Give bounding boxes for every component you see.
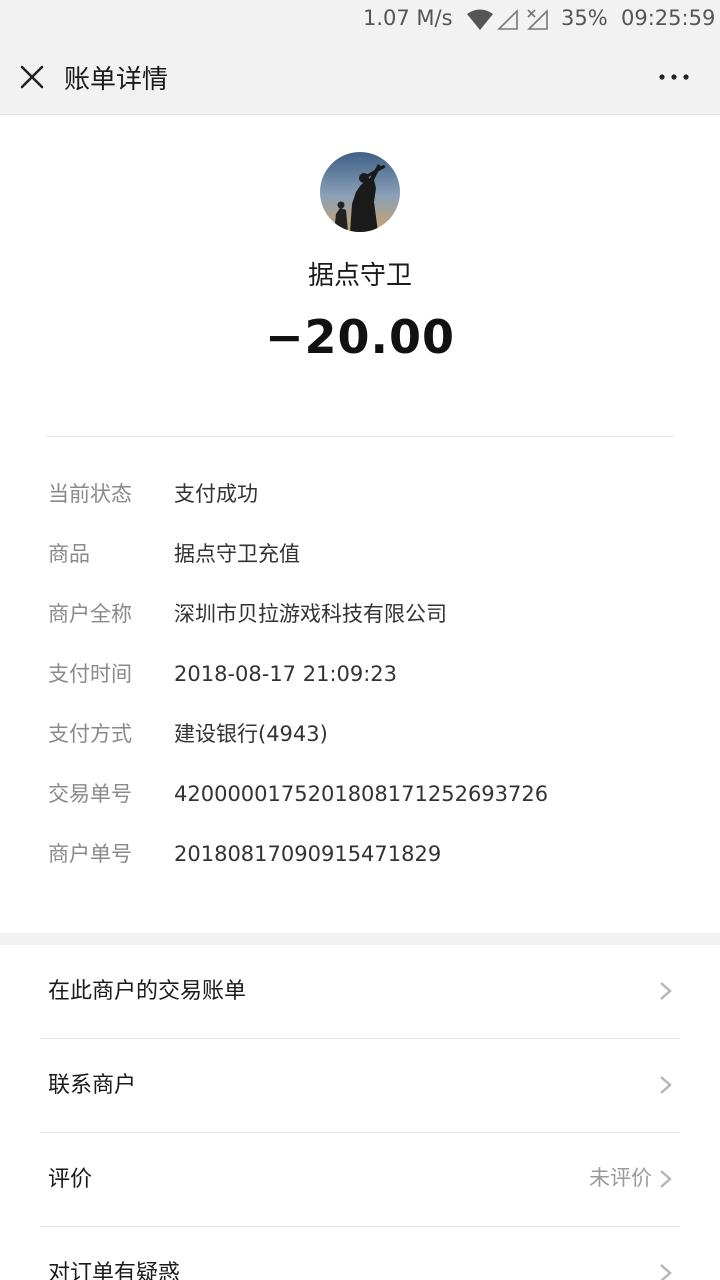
menu-item-label: 评价 (48, 1167, 93, 1192)
signal-no-service-icon (527, 9, 548, 30)
signal-icon (497, 9, 518, 30)
menu-item-label: 联系商户 (48, 1073, 137, 1098)
payment-amount: −20.00 (264, 310, 456, 364)
page-title: 账单详情 (64, 65, 169, 95)
detail-label: 支付时间 (48, 662, 132, 686)
menu-item-label: 在此商户的交易账单 (48, 979, 247, 1004)
detail-label: 当前状态 (48, 482, 132, 506)
menu-item-label: 对订单有疑惑 (48, 1261, 181, 1280)
detail-value: 20180817090915471829 (174, 842, 442, 866)
network-speed: 1.07 M/s (363, 6, 453, 30)
section-separator (0, 933, 720, 945)
detail-row-pay-time: 支付时间 2018-08-17 21:09:23 (0, 654, 720, 694)
battery-level: 35% (561, 6, 608, 30)
chevron-right-icon (660, 1264, 672, 1280)
title-bar: 账单详情 (0, 40, 720, 115)
detail-value: 支付成功 (174, 482, 258, 506)
detail-label: 交易单号 (48, 782, 132, 806)
detail-value: 建设银行(4943) (174, 722, 328, 746)
clock: 09:25:59 (621, 6, 716, 30)
detail-label: 商户全称 (48, 602, 132, 626)
detail-label: 商品 (48, 542, 90, 566)
menu-item-review[interactable]: 评价 未评价 (0, 1133, 720, 1226)
status-bar: 1.07 M/s 35% 09:25:59 (0, 0, 720, 40)
detail-row-status: 当前状态 支付成功 (0, 474, 720, 514)
detail-value: 深圳市贝拉游戏科技有限公司 (174, 602, 447, 626)
more-icon[interactable] (652, 58, 696, 96)
divider (46, 436, 674, 437)
detail-row-merchant: 商户全称 深圳市贝拉游戏科技有限公司 (0, 594, 720, 634)
review-status: 未评价 (589, 1166, 652, 1190)
detail-row-merchant-order-id: 商户单号 20180817090915471829 (0, 834, 720, 874)
menu-item-contact-merchant[interactable]: 联系商户 (0, 1039, 720, 1132)
detail-value: 2018-08-17 21:09:23 (174, 662, 398, 686)
merchant-name: 据点守卫 (307, 261, 412, 291)
detail-row-transaction-id: 交易单号 4200000175201808171252693726 (0, 774, 720, 814)
chevron-right-icon (660, 1170, 672, 1188)
detail-label: 商户单号 (48, 842, 132, 866)
detail-label: 支付方式 (48, 722, 132, 746)
detail-row-pay-method: 支付方式 建设银行(4943) (0, 714, 720, 754)
detail-value: 据点守卫充值 (174, 542, 300, 566)
wifi-icon (467, 9, 493, 30)
menu-item-merchant-bills[interactable]: 在此商户的交易账单 (0, 945, 720, 1038)
detail-row-product: 商品 据点守卫充值 (0, 534, 720, 574)
chevron-right-icon (660, 1076, 672, 1094)
menu-item-order-question[interactable]: 对订单有疑惑 (0, 1227, 720, 1280)
close-icon[interactable] (14, 59, 50, 95)
merchant-avatar (320, 152, 400, 232)
chevron-right-icon (660, 982, 672, 1000)
detail-value: 4200000175201808171252693726 (174, 782, 549, 806)
